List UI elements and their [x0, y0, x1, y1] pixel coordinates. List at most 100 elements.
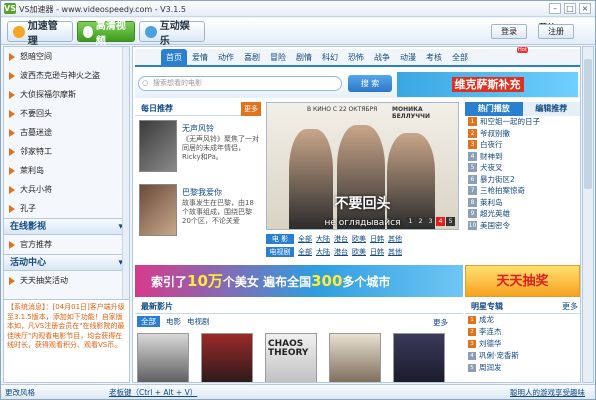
- star-item[interactable]: 2 李连杰: [465, 326, 580, 338]
- hot-item-title[interactable]: 萊利岛: [480, 197, 503, 209]
- sidebar-section-activity[interactable]: 活动中心: [4, 254, 129, 272]
- movie-poster[interactable]: [329, 333, 381, 382]
- movie-thumbnail[interactable]: [139, 184, 177, 236]
- category-tab[interactable]: 科幻: [317, 49, 343, 67]
- movie-poster[interactable]: [201, 333, 253, 382]
- category-tab[interactable]: 考核: [421, 49, 447, 67]
- category-tab[interactable]: 战争: [369, 49, 395, 67]
- hot-item-title[interactable]: 犬夜叉: [480, 162, 503, 174]
- hot-item-title[interactable]: 暴力街区2: [480, 174, 515, 186]
- category-tab[interactable]: 动漫: [395, 49, 421, 67]
- top-banner[interactable]: 维克萨斯补充: [397, 72, 578, 97]
- movie-poster[interactable]: [393, 333, 445, 382]
- star-name[interactable]: 李连杰: [479, 327, 502, 336]
- tab-all[interactable]: 全部: [137, 316, 160, 327]
- star-item[interactable]: 3 刘德华: [465, 338, 580, 350]
- tab-editor-pick[interactable]: 编辑推荐: [522, 102, 580, 116]
- star-name[interactable]: 成龙: [479, 315, 494, 324]
- boss-key-link[interactable]: 老板键（Ctrl + Alt + V）: [109, 387, 197, 398]
- tab-tv[interactable]: 电视剧: [187, 316, 210, 327]
- movie-poster[interactable]: CHAOS THEORY: [265, 333, 317, 382]
- latest-more-link[interactable]: 更多: [433, 317, 448, 328]
- category-tab[interactable]: 恐怖: [343, 49, 369, 67]
- hd-video-button[interactable]: 高清视频: [77, 21, 135, 47]
- category-link[interactable]: 日韩: [370, 234, 384, 244]
- star-name[interactable]: 刘德华: [479, 339, 502, 348]
- star-item[interactable]: 5 周润发: [465, 362, 580, 374]
- accelerate-button[interactable]: 加速管理: [7, 21, 73, 47]
- category-link[interactable]: 全部: [298, 234, 312, 244]
- lottery-banner[interactable]: 天天抽奖: [465, 265, 580, 297]
- slide-page-button[interactable]: 5: [446, 217, 455, 226]
- sidebar-item[interactable]: 邻家特工: [4, 142, 129, 161]
- daily-more-link[interactable]: 更多: [241, 102, 261, 116]
- category-link[interactable]: 其他: [388, 247, 402, 257]
- minimize-icon[interactable]: –: [549, 3, 561, 14]
- sidebar-item[interactable]: 不要回头: [4, 104, 129, 123]
- slide-page-button[interactable]: 3: [426, 217, 435, 226]
- hot-list-item[interactable]: 4 财神到: [465, 151, 580, 163]
- hot-list-item[interactable]: 10 美国密令: [465, 220, 580, 232]
- featured-slideshow[interactable]: В КИНО С 22 ОКТЯБРЯ МОНИКА БЕЛЛУЧЧИ 不要回头…: [266, 102, 459, 230]
- star-item[interactable]: 1 成龙: [465, 314, 580, 326]
- category-link[interactable]: 日韩: [370, 247, 384, 257]
- slide-page-button[interactable]: 2: [416, 217, 425, 226]
- hot-item-title[interactable]: 美国密令: [480, 220, 510, 232]
- category-link[interactable]: 欧美: [352, 247, 366, 257]
- daily-card[interactable]: 巴黎我爱你 故事发生在巴黎，由18个故事组成，围绕巴黎20个区，不论关爱: [139, 184, 257, 244]
- hot-list-item[interactable]: 6 暴力街区2: [465, 174, 580, 186]
- tab-hot-play[interactable]: 热门播放: [465, 102, 523, 116]
- social-button[interactable]: 互动娱乐: [139, 21, 205, 47]
- daily-card-title[interactable]: 巴黎我爱你: [182, 187, 222, 198]
- sidebar-item[interactable]: 古墓迷途: [4, 123, 129, 142]
- daily-card-title[interactable]: 无声风铃: [182, 123, 214, 134]
- hot-list-item[interactable]: 9 超光英雄: [465, 208, 580, 220]
- category-link[interactable]: 大陆: [316, 247, 330, 257]
- scroll-thumb[interactable]: [584, 59, 592, 189]
- change-style-link[interactable]: 更改风格: [5, 387, 35, 398]
- sidebar-item[interactable]: 天天抽奖活动: [4, 271, 129, 290]
- search-button[interactable]: 搜 索: [348, 75, 392, 92]
- sidebar-item[interactable]: 官方推荐: [4, 235, 129, 254]
- category-tab[interactable]: 首页: [161, 49, 187, 67]
- sidebar-section-online[interactable]: 在线影视: [4, 218, 129, 236]
- hot-list-item[interactable]: 2 爷叔别撒: [465, 128, 580, 140]
- main-scrollbar[interactable]: [582, 46, 594, 383]
- slide-page-button[interactable]: 1: [406, 217, 415, 226]
- category-tab[interactable]: 动作: [213, 49, 239, 67]
- category-tab[interactable]: 喜剧: [239, 49, 265, 67]
- login-button[interactable]: 登录: [491, 24, 527, 39]
- promo-banner[interactable]: 索引了10万个美女 遍布全国300多个城市: [135, 265, 463, 297]
- category-tab[interactable]: 全部: [447, 49, 473, 67]
- hot-item-title[interactable]: 和空姐一起的日子: [480, 116, 540, 128]
- maximize-icon[interactable]: □: [564, 3, 576, 14]
- sidebar-item[interactable]: 大兵小将: [4, 180, 129, 199]
- category-link[interactable]: 其他: [388, 234, 402, 244]
- sidebar-item[interactable]: 怒暗空间: [4, 47, 129, 66]
- hot-list-item[interactable]: 5 犬夜叉: [465, 162, 580, 174]
- sidebar-item[interactable]: 波西杰克逊与神火之盗: [4, 66, 129, 85]
- category-link[interactable]: 全部: [298, 247, 312, 257]
- star-item[interactable]: 4 巩俐·宠香斯: [465, 350, 580, 362]
- movie-thumbnail[interactable]: [139, 120, 177, 172]
- category-tab[interactable]: 剧情: [291, 49, 317, 67]
- category-link[interactable]: 港台: [334, 234, 348, 244]
- star-name[interactable]: 巩俐·宠香斯: [479, 351, 519, 360]
- daily-card[interactable]: 无声风铃 《无声风铃》聚焦了一对同居的未成年情侣，Ricky和Pa。: [139, 120, 259, 180]
- hot-list-item[interactable]: 7 三枪拍案惊奇: [465, 185, 580, 197]
- movie-poster[interactable]: [137, 333, 189, 382]
- hot-list-item[interactable]: 8 萊利岛: [465, 197, 580, 209]
- hot-item-title[interactable]: 白夜行: [480, 139, 503, 151]
- hot-item-title[interactable]: 爷叔别撒: [480, 128, 510, 140]
- category-tab[interactable]: 冒险: [265, 49, 291, 67]
- status-right-link[interactable]: 聪明人的游戏享受趣味: [510, 387, 585, 398]
- hot-list-item[interactable]: 3 白夜行: [465, 139, 580, 151]
- close-icon[interactable]: ×: [579, 3, 591, 14]
- sidebar-item[interactable]: 大侦探福尔摩斯: [4, 85, 129, 104]
- hot-item-title[interactable]: 财神到: [480, 151, 503, 163]
- hot-list-item[interactable]: 1 和空姐一起的日子: [465, 116, 580, 128]
- sidebar-item[interactable]: 孔子: [4, 199, 129, 218]
- category-link[interactable]: 港台: [334, 247, 348, 257]
- tab-movie[interactable]: 电影: [166, 316, 181, 327]
- hot-item-title[interactable]: 超光英雄: [480, 208, 510, 220]
